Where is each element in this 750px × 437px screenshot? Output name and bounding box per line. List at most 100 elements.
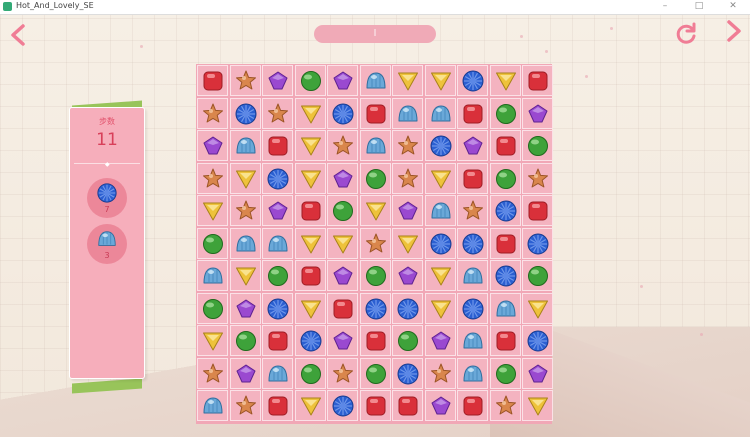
candy-tile-green-circle[interactable]	[327, 195, 358, 226]
candy-tile-orange-star[interactable]	[197, 357, 228, 389]
candy-tile-green-circle[interactable]	[489, 162, 521, 194]
candy-tile-blue-flower[interactable]	[457, 65, 488, 96]
candy-tile-purple-diamond[interactable]	[229, 357, 261, 389]
candy-tile-green-circle[interactable]	[489, 357, 521, 389]
candy-tile-yellow-triangle[interactable]	[392, 65, 423, 96]
candy-tile-blue-flower[interactable]	[424, 130, 456, 161]
candy-tile-red-square[interactable]	[359, 325, 391, 356]
maximize-button[interactable]: □	[682, 0, 716, 14]
candy-tile-orange-star[interactable]	[359, 227, 391, 259]
candy-tile-red-square[interactable]	[359, 390, 391, 421]
candy-tile-orange-star[interactable]	[229, 65, 261, 96]
candy-tile-blue-dome[interactable]	[262, 357, 293, 389]
candy-tile-purple-diamond[interactable]	[229, 292, 261, 324]
candy-tile-blue-dome[interactable]	[197, 390, 228, 421]
candy-tile-green-circle[interactable]	[522, 260, 553, 291]
candy-tile-yellow-triangle[interactable]	[522, 390, 553, 421]
candy-tile-yellow-triangle[interactable]	[197, 325, 228, 356]
candy-tile-orange-star[interactable]	[262, 97, 293, 129]
candy-tile-blue-flower[interactable]	[457, 227, 488, 259]
candy-tile-purple-diamond[interactable]	[197, 130, 228, 161]
candy-tile-orange-star[interactable]	[489, 390, 521, 421]
candy-tile-blue-flower[interactable]	[262, 162, 293, 194]
candy-tile-blue-flower[interactable]	[489, 195, 521, 226]
candy-tile-yellow-triangle[interactable]	[294, 130, 326, 161]
candy-tile-green-circle[interactable]	[522, 130, 553, 161]
candy-tile-yellow-triangle[interactable]	[359, 195, 391, 226]
candy-tile-yellow-triangle[interactable]	[392, 227, 423, 259]
candy-tile-green-circle[interactable]	[392, 325, 423, 356]
candy-tile-purple-diamond[interactable]	[327, 325, 358, 356]
candy-tile-red-square[interactable]	[262, 325, 293, 356]
back-button[interactable]	[7, 23, 31, 47]
candy-tile-red-square[interactable]	[489, 325, 521, 356]
candy-tile-orange-star[interactable]	[327, 357, 358, 389]
candy-tile-purple-diamond[interactable]	[392, 195, 423, 226]
candy-tile-blue-flower[interactable]	[522, 325, 553, 356]
candy-tile-yellow-triangle[interactable]	[424, 292, 456, 324]
candy-tile-orange-star[interactable]	[522, 162, 553, 194]
candy-tile-blue-dome[interactable]	[359, 65, 391, 96]
candy-tile-green-circle[interactable]	[489, 97, 521, 129]
close-button[interactable]: ✕	[716, 0, 750, 14]
candy-tile-blue-dome[interactable]	[229, 130, 261, 161]
candy-tile-orange-star[interactable]	[457, 195, 488, 226]
candy-tile-red-square[interactable]	[262, 130, 293, 161]
candy-tile-red-square[interactable]	[392, 390, 423, 421]
candy-tile-orange-star[interactable]	[229, 195, 261, 226]
candy-tile-red-square[interactable]	[522, 65, 553, 96]
candy-tile-blue-dome[interactable]	[197, 260, 228, 291]
candy-tile-blue-flower[interactable]	[489, 260, 521, 291]
candy-tile-green-circle[interactable]	[359, 162, 391, 194]
candy-tile-blue-flower[interactable]	[392, 292, 423, 324]
candy-tile-purple-diamond[interactable]	[262, 195, 293, 226]
candy-tile-orange-star[interactable]	[424, 357, 456, 389]
candy-tile-red-square[interactable]	[359, 97, 391, 129]
candy-tile-red-square[interactable]	[457, 97, 488, 129]
candy-tile-purple-diamond[interactable]	[522, 357, 553, 389]
candy-tile-yellow-triangle[interactable]	[294, 227, 326, 259]
candy-tile-red-square[interactable]	[457, 390, 488, 421]
candy-tile-green-circle[interactable]	[197, 227, 228, 259]
candy-tile-purple-diamond[interactable]	[457, 130, 488, 161]
candy-tile-red-square[interactable]	[294, 195, 326, 226]
candy-tile-orange-star[interactable]	[229, 390, 261, 421]
candy-tile-purple-diamond[interactable]	[392, 260, 423, 291]
candy-tile-orange-star[interactable]	[392, 162, 423, 194]
candy-tile-blue-flower[interactable]	[327, 97, 358, 129]
candy-tile-blue-dome[interactable]	[392, 97, 423, 129]
candy-tile-yellow-triangle[interactable]	[294, 97, 326, 129]
candy-tile-green-circle[interactable]	[294, 357, 326, 389]
candy-tile-purple-diamond[interactable]	[327, 260, 358, 291]
candy-tile-orange-star[interactable]	[197, 97, 228, 129]
candy-tile-green-circle[interactable]	[197, 292, 228, 324]
candy-tile-yellow-triangle[interactable]	[489, 65, 521, 96]
candy-tile-yellow-triangle[interactable]	[327, 227, 358, 259]
candy-tile-blue-dome[interactable]	[424, 195, 456, 226]
candy-tile-yellow-triangle[interactable]	[229, 260, 261, 291]
candy-tile-yellow-triangle[interactable]	[294, 390, 326, 421]
candy-tile-blue-dome[interactable]	[262, 227, 293, 259]
candy-tile-blue-dome[interactable]	[489, 292, 521, 324]
candy-tile-orange-star[interactable]	[392, 130, 423, 161]
candy-tile-red-square[interactable]	[327, 292, 358, 324]
candy-tile-red-square[interactable]	[262, 390, 293, 421]
candy-tile-blue-flower[interactable]	[229, 97, 261, 129]
candy-tile-purple-diamond[interactable]	[522, 97, 553, 129]
candy-tile-green-circle[interactable]	[229, 325, 261, 356]
candy-tile-yellow-triangle[interactable]	[229, 162, 261, 194]
candy-tile-purple-diamond[interactable]	[424, 390, 456, 421]
candy-tile-blue-flower[interactable]	[359, 292, 391, 324]
candy-tile-blue-flower[interactable]	[522, 227, 553, 259]
candy-tile-blue-flower[interactable]	[392, 357, 423, 389]
candy-tile-yellow-triangle[interactable]	[424, 260, 456, 291]
candy-tile-orange-star[interactable]	[197, 162, 228, 194]
candy-tile-blue-dome[interactable]	[457, 325, 488, 356]
candy-tile-blue-flower[interactable]	[294, 325, 326, 356]
candy-tile-blue-dome[interactable]	[229, 227, 261, 259]
candy-tile-red-square[interactable]	[197, 65, 228, 96]
candy-tile-green-circle[interactable]	[359, 260, 391, 291]
candy-tile-blue-flower[interactable]	[262, 292, 293, 324]
candy-tile-yellow-triangle[interactable]	[294, 292, 326, 324]
candy-tile-green-circle[interactable]	[294, 65, 326, 96]
